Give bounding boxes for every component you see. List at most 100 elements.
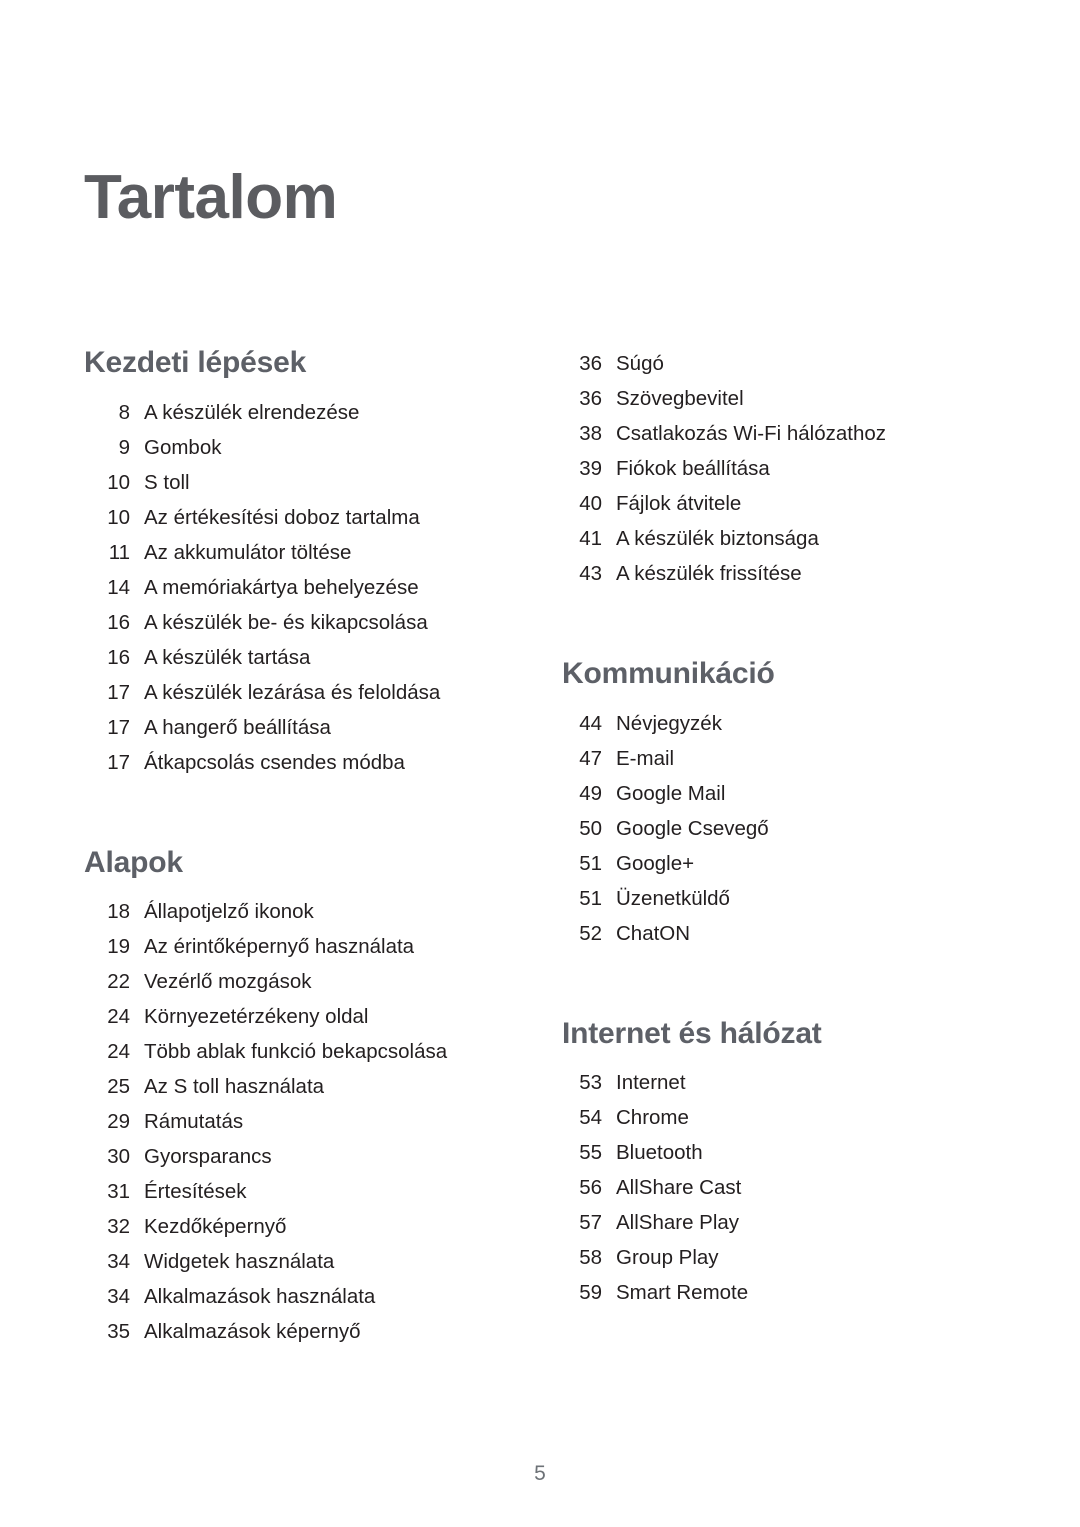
toc-entry[interactable]: 54 Chrome [562, 1100, 992, 1135]
toc-entry[interactable]: 30 Gyorsparancs [84, 1139, 514, 1174]
toc-entry-title: Szövegbevitel [616, 387, 744, 410]
toc-entry-title: S toll [144, 470, 190, 494]
toc-entry-page-number: 17 [107, 715, 130, 739]
toc-entry-title: Google Mail [616, 781, 726, 805]
toc-entry-page-number: 24 [107, 1040, 130, 1063]
toc-entry-page-number: 11 [108, 540, 130, 564]
toc-entry[interactable]: 11 Az akkumulátor töltése [84, 535, 514, 570]
toc-entry[interactable]: 39 Fiókok beállítása [562, 451, 992, 486]
toc-entry-title: Gombok [144, 435, 222, 459]
toc-entry-page-number: 32 [107, 1215, 130, 1238]
toc-entry-title: Fiókok beállítása [616, 457, 770, 480]
toc-entry[interactable]: 17 Átkapcsolás csendes módba [84, 745, 514, 780]
toc-entry[interactable]: 22 Vezérlő mozgások [84, 964, 514, 999]
toc-entry[interactable]: 51 Google+ [562, 846, 992, 881]
toc-entry-title: Google+ [616, 851, 695, 875]
toc-entry-page-number: 24 [107, 1005, 130, 1028]
toc-entry-page-number: 9 [118, 435, 130, 459]
toc-entry[interactable]: 19 Az érintőképernyő használata [84, 929, 514, 964]
toc-entry-title: Smart Remote [616, 1281, 749, 1304]
toc-entry[interactable]: 10 Az értékesítési doboz tartalma [84, 500, 514, 535]
section-heading: Alapok [84, 845, 183, 879]
toc-entry[interactable]: 32 Kezdőképernyő [84, 1209, 514, 1244]
toc-entry[interactable]: 31 Értesítések [84, 1174, 514, 1209]
toc-entry[interactable]: 41 A készülék biztonsága [562, 521, 992, 556]
toc-entry-page-number: 40 [579, 492, 602, 515]
toc-entry[interactable]: 40 Fájlok átvitele [562, 486, 992, 521]
toc-entry-title: Átkapcsolás csendes módba [144, 750, 405, 774]
toc-entry-page-number: 8 [118, 400, 130, 424]
toc-entry[interactable]: 9 Gombok [84, 430, 514, 465]
toc-entry[interactable]: 10 S toll [84, 465, 514, 500]
toc-entry[interactable]: 8 A készülék elrendezése [84, 395, 514, 430]
toc-entry-title: A készülék biztonsága [616, 527, 819, 550]
toc-section-kommunikacio: Kommunikáció 44 Névjegyzék 47 E-mail 49 Google… [562, 657, 992, 951]
toc-entry[interactable]: 24 Több ablak funkció bekapcsolása [84, 1034, 514, 1069]
toc-entry[interactable]: 44 Névjegyzék [562, 706, 992, 741]
toc-entry[interactable]: 17 A készülék lezárása és feloldása [84, 675, 514, 710]
footer-page-number: 5 [534, 1462, 546, 1485]
toc-entry[interactable]: 36 Súgó [562, 346, 992, 381]
toc-entry[interactable]: 35 Alkalmazások képernyő [84, 1314, 514, 1349]
toc-entry[interactable]: 36 Szövegbevitel [562, 381, 992, 416]
toc-entry[interactable]: 16 A készülék tartása [84, 640, 514, 675]
toc-entry[interactable]: 17 A hangerő beállítása [84, 710, 514, 745]
toc-entry-page-number: 59 [579, 1281, 602, 1304]
toc-entry[interactable]: 51 Üzenetküldő [562, 881, 992, 916]
toc-entry-title: Névjegyzék [616, 711, 722, 735]
toc-entry-page-number: 36 [579, 352, 602, 375]
toc-entry[interactable]: 29 Rámutatás [84, 1104, 514, 1139]
toc-entry-title: Környezetérzékeny oldal [144, 1005, 369, 1028]
toc-entry-page-number: 41 [579, 527, 602, 550]
toc-entry[interactable]: 59 Smart Remote [562, 1275, 992, 1310]
toc-entry-page-number: 39 [579, 457, 602, 480]
toc-entry-title: Az értékesítési doboz tartalma [144, 505, 420, 529]
toc-entry[interactable]: 53 Internet [562, 1065, 992, 1100]
toc-entry-title: Alkalmazások képernyő [144, 1320, 361, 1343]
toc-entry-page-number: 16 [107, 645, 130, 669]
toc-entry-title: Az érintőképernyő használata [144, 935, 415, 958]
toc-entry-title: Rámutatás [144, 1110, 244, 1133]
toc-entry[interactable]: 56 AllShare Cast [562, 1170, 992, 1205]
toc-entry-title: ChatON [616, 921, 691, 945]
toc-entry-title: Kezdőképernyő [144, 1215, 287, 1238]
toc-entry-title: Állapotjelző ikonok [144, 900, 314, 923]
section-heading: Kommunikáció [562, 657, 775, 690]
toc-entry[interactable]: 34 Alkalmazások használata [84, 1279, 514, 1314]
toc-entry-title: Értesítések [144, 1180, 247, 1203]
toc-entry[interactable]: 47 E-mail [562, 741, 992, 776]
toc-entry[interactable]: 55 Bluetooth [562, 1135, 992, 1170]
toc-entry-page-number: 18 [107, 900, 130, 923]
toc-entry-page-number: 14 [107, 575, 130, 599]
toc-section-alapok: Alapok 18 Állapotjelző ikonok 19 Az érintőké… [84, 846, 514, 1350]
section-heading: Internet és hálózat [562, 1016, 822, 1050]
toc-entry[interactable]: 49 Google Mail [562, 776, 992, 811]
toc-entry[interactable]: 57 AllShare Play [562, 1205, 992, 1240]
toc-entry-page-number: 51 [579, 886, 602, 910]
toc-entry-title: AllShare Cast [616, 1176, 742, 1199]
toc-entry[interactable]: 25 Az S toll használata [84, 1069, 514, 1104]
toc-entry[interactable]: 58 Group Play [562, 1240, 992, 1275]
toc-entry-list: 44 Névjegyzék 47 E-mail 49 Google Mail 50 Googl… [562, 706, 992, 951]
toc-entry-page-number: 35 [107, 1320, 130, 1343]
toc-entry-list: 36 Súgó 36 Szövegbevitel 38 Csatlakozás Wi-Fi… [562, 346, 992, 591]
toc-entry-title: Vezérlő mozgások [144, 970, 312, 993]
toc-entry-page-number: 52 [579, 921, 602, 945]
toc-entry[interactable]: 16 A készülék be- és kikapcsolása [84, 605, 514, 640]
toc-entry-title: A hangerő beállítása [144, 715, 331, 739]
toc-entry-title: Súgó [616, 352, 664, 375]
toc-entry-title: A készülék frissítése [616, 562, 802, 585]
toc-entry[interactable]: 34 Widgetek használata [84, 1244, 514, 1279]
toc-entry-title: A készülék be- és kikapcsolása [144, 610, 428, 634]
toc-entry[interactable]: 50 Google Csevegő [562, 811, 992, 846]
toc-entry[interactable]: 18 Állapotjelző ikonok [84, 894, 514, 929]
toc-entry-page-number: 51 [579, 851, 602, 875]
toc-entry[interactable]: 24 Környezetérzékeny oldal [84, 999, 514, 1034]
toc-entry[interactable]: 14 A memóriakártya behelyezése [84, 570, 514, 605]
toc-entry[interactable]: 52 ChatON [562, 916, 992, 951]
toc-entry[interactable]: 43 A készülék frissítése [562, 556, 992, 591]
toc-entry[interactable]: 38 Csatlakozás Wi-Fi hálózathoz [562, 416, 992, 451]
toc-entry-title: Bluetooth [616, 1141, 703, 1164]
page-title: Tartalom [84, 162, 338, 232]
toc-entry-title: Widgetek használata [144, 1250, 335, 1273]
